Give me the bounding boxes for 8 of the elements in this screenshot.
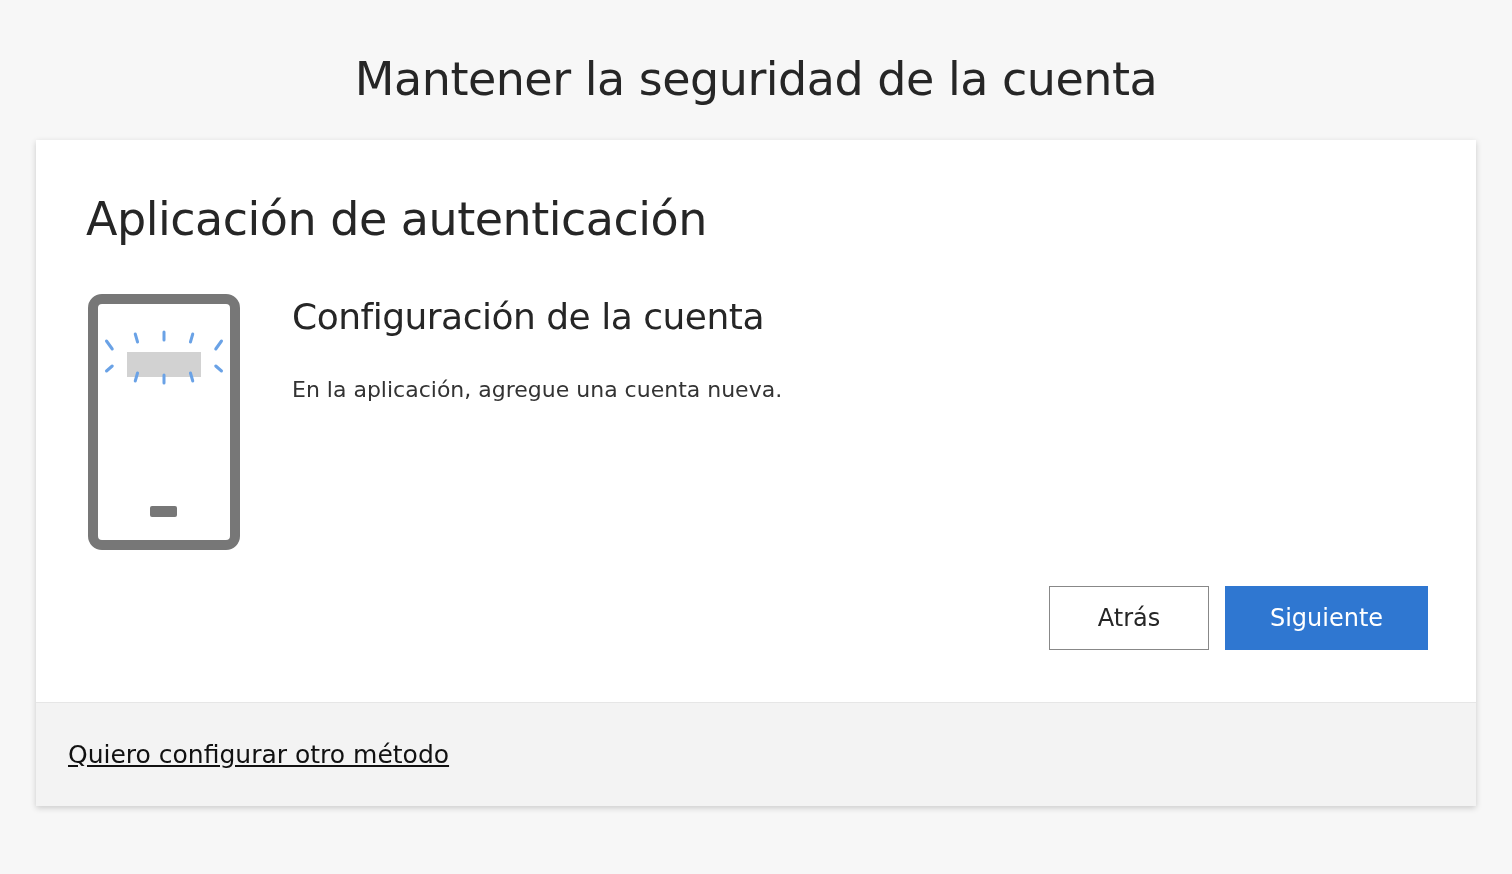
phone-icon bbox=[88, 294, 240, 550]
next-button[interactable]: Siguiente bbox=[1225, 586, 1428, 650]
back-button[interactable]: Atrás bbox=[1049, 586, 1209, 650]
section-heading: Aplicación de autenticación bbox=[86, 192, 708, 246]
page-title: Mantener la seguridad de la cuenta bbox=[354, 52, 1158, 106]
other-method-link[interactable]: Quiero configurar otro método bbox=[68, 740, 450, 769]
step-title: Configuración de la cuenta bbox=[292, 296, 765, 337]
instruction-text: En la aplicación, agregue una cuenta nueva. bbox=[292, 377, 783, 402]
